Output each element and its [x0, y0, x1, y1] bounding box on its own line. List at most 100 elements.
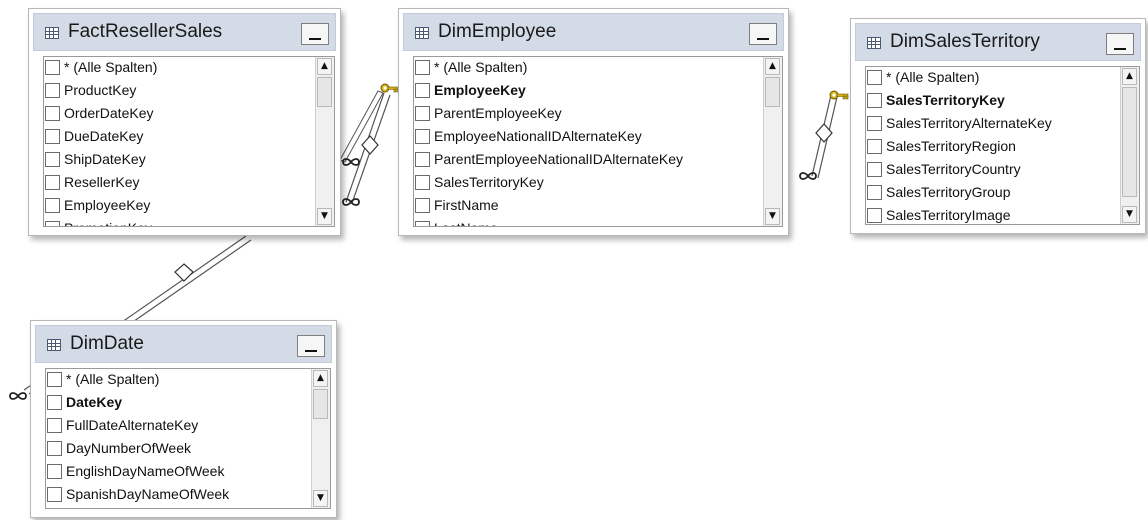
column-checkbox[interactable]: [45, 152, 60, 167]
column-row[interactable]: * (Alle Spalten): [414, 57, 763, 80]
column-row[interactable]: OrderDateKey: [44, 103, 315, 126]
column-label: EnglishDayNameOfWeek: [66, 463, 225, 479]
column-row[interactable]: SalesTerritoryAlternateKey: [866, 113, 1120, 136]
column-row[interactable]: ParentEmployeeKey: [414, 103, 763, 126]
column-row[interactable]: SalesTerritoryImage: [866, 205, 1120, 224]
relationship-fact-employee[interactable]: [339, 83, 400, 206]
column-label: SalesTerritoryKey: [434, 174, 544, 190]
relationship-territory-employee[interactable]: [799, 90, 849, 180]
scroll-thumb[interactable]: [313, 389, 328, 419]
column-row[interactable]: SalesTerritoryGroup: [866, 182, 1120, 205]
column-checkbox[interactable]: [415, 106, 430, 121]
column-row[interactable]: ShipDateKey: [44, 149, 315, 172]
arrow-down-icon[interactable]: ▼: [1122, 206, 1137, 223]
arrow-up-icon[interactable]: ▲: [1122, 68, 1137, 85]
column-row[interactable]: * (Alle Spalten): [866, 67, 1120, 90]
column-checkbox[interactable]: [415, 221, 430, 226]
column-checkbox[interactable]: [867, 208, 882, 223]
column-checkbox[interactable]: [867, 185, 882, 200]
column-checkbox[interactable]: [45, 60, 60, 75]
column-checkbox[interactable]: [47, 372, 62, 387]
column-checkbox[interactable]: [47, 464, 62, 479]
table-dim-date[interactable]: DimDate * (Alle Spalten) DateKey FullDateA…: [30, 320, 337, 518]
scroll-thumb[interactable]: [765, 77, 780, 107]
column-list[interactable]: * (Alle Spalten) SalesTerritoryKey SalesTe…: [865, 66, 1140, 225]
column-row[interactable]: EmployeeNationalIDAlternateKey: [414, 126, 763, 149]
vertical-scrollbar[interactable]: ▲ ▼: [1120, 67, 1139, 224]
column-checkbox[interactable]: [47, 487, 62, 502]
column-list[interactable]: * (Alle Spalten) ProductKey OrderDateKey Du…: [43, 56, 335, 227]
table-title-bar[interactable]: FactResellerSales: [33, 13, 336, 51]
arrow-down-icon[interactable]: ▼: [313, 490, 328, 507]
column-row[interactable]: FirstName: [414, 195, 763, 218]
column-checkbox[interactable]: [867, 70, 882, 85]
column-checkbox[interactable]: [415, 60, 430, 75]
table-fact-reseller-sales[interactable]: FactResellerSales * (Alle Spalten) Produc…: [28, 8, 341, 236]
arrow-up-icon[interactable]: ▲: [317, 58, 332, 75]
column-row[interactable]: EnglishDayNameOfWeek: [46, 461, 311, 484]
column-row[interactable]: SpanishDayNameOfWeek: [46, 484, 311, 507]
table-title-bar[interactable]: DimSalesTerritory: [855, 23, 1141, 61]
table-dim-sales-territory[interactable]: DimSalesTerritory * (Alle Spalten) SalesT…: [850, 18, 1146, 234]
column-row[interactable]: * (Alle Spalten): [46, 369, 311, 392]
arrow-up-icon[interactable]: ▲: [313, 370, 328, 387]
column-label: DueDateKey: [64, 128, 144, 144]
column-checkbox[interactable]: [415, 83, 430, 98]
column-checkbox[interactable]: [47, 441, 62, 456]
minimize-button[interactable]: [749, 23, 777, 45]
column-list[interactable]: * (Alle Spalten) DateKey FullDateAlternate…: [45, 368, 331, 509]
primary-key-column-label: SalesTerritoryKey: [886, 92, 1005, 108]
column-checkbox[interactable]: [45, 83, 60, 98]
vertical-scrollbar[interactable]: ▲ ▼: [763, 57, 782, 226]
column-row[interactable]: DueDateKey: [44, 126, 315, 149]
column-checkbox[interactable]: [47, 395, 62, 410]
column-checkbox[interactable]: [867, 116, 882, 131]
minimize-button[interactable]: [297, 335, 325, 357]
column-row[interactable]: DateKey: [46, 392, 311, 415]
column-row[interactable]: DayNumberOfWeek: [46, 438, 311, 461]
column-checkbox[interactable]: [45, 198, 60, 213]
minimize-button[interactable]: [301, 23, 329, 45]
column-checkbox[interactable]: [867, 139, 882, 154]
table-dim-employee[interactable]: DimEmployee * (Alle Spalten) EmployeeKey P…: [398, 8, 789, 236]
column-row[interactable]: EmployeeKey: [414, 80, 763, 103]
minimize-button[interactable]: [1106, 33, 1134, 55]
column-checkbox[interactable]: [45, 129, 60, 144]
table-grid-icon: [45, 27, 59, 39]
vertical-scrollbar[interactable]: ▲ ▼: [315, 57, 334, 226]
scroll-thumb[interactable]: [317, 77, 332, 107]
column-row[interactable]: ParentEmployeeNationalIDAlternateKey: [414, 149, 763, 172]
column-checkbox[interactable]: [415, 175, 430, 190]
column-row[interactable]: FullDateAlternateKey: [46, 415, 311, 438]
column-row[interactable]: SalesTerritoryCountry: [866, 159, 1120, 182]
column-checkbox[interactable]: [45, 175, 60, 190]
table-grid-icon: [867, 37, 881, 49]
columns: * (Alle Spalten) EmployeeKey ParentEmploye…: [414, 57, 763, 226]
column-checkbox[interactable]: [415, 129, 430, 144]
column-checkbox[interactable]: [415, 198, 430, 213]
vertical-scrollbar[interactable]: ▲ ▼: [311, 369, 330, 508]
arrow-down-icon[interactable]: ▼: [765, 208, 780, 225]
column-row[interactable]: LastName: [414, 218, 763, 226]
table-title-bar[interactable]: DimDate: [35, 325, 332, 363]
column-row[interactable]: * (Alle Spalten): [44, 57, 315, 80]
column-checkbox[interactable]: [45, 106, 60, 121]
column-row[interactable]: SalesTerritoryKey: [866, 90, 1120, 113]
column-checkbox[interactable]: [867, 162, 882, 177]
column-checkbox[interactable]: [47, 418, 62, 433]
column-list[interactable]: * (Alle Spalten) EmployeeKey ParentEmploye…: [413, 56, 783, 227]
column-checkbox[interactable]: [45, 221, 60, 226]
scroll-thumb[interactable]: [1122, 87, 1137, 197]
column-checkbox[interactable]: [415, 152, 430, 167]
arrow-down-icon[interactable]: ▼: [317, 208, 332, 225]
column-row[interactable]: PromotionKey: [44, 218, 315, 226]
column-checkbox[interactable]: [867, 93, 882, 108]
column-row[interactable]: SalesTerritoryKey: [414, 172, 763, 195]
column-row[interactable]: FrenchDayNameOfWeek: [46, 507, 311, 508]
column-row[interactable]: EmployeeKey: [44, 195, 315, 218]
column-row[interactable]: ResellerKey: [44, 172, 315, 195]
column-row[interactable]: ProductKey: [44, 80, 315, 103]
arrow-up-icon[interactable]: ▲: [765, 58, 780, 75]
table-title-bar[interactable]: DimEmployee: [403, 13, 784, 51]
column-row[interactable]: SalesTerritoryRegion: [866, 136, 1120, 159]
